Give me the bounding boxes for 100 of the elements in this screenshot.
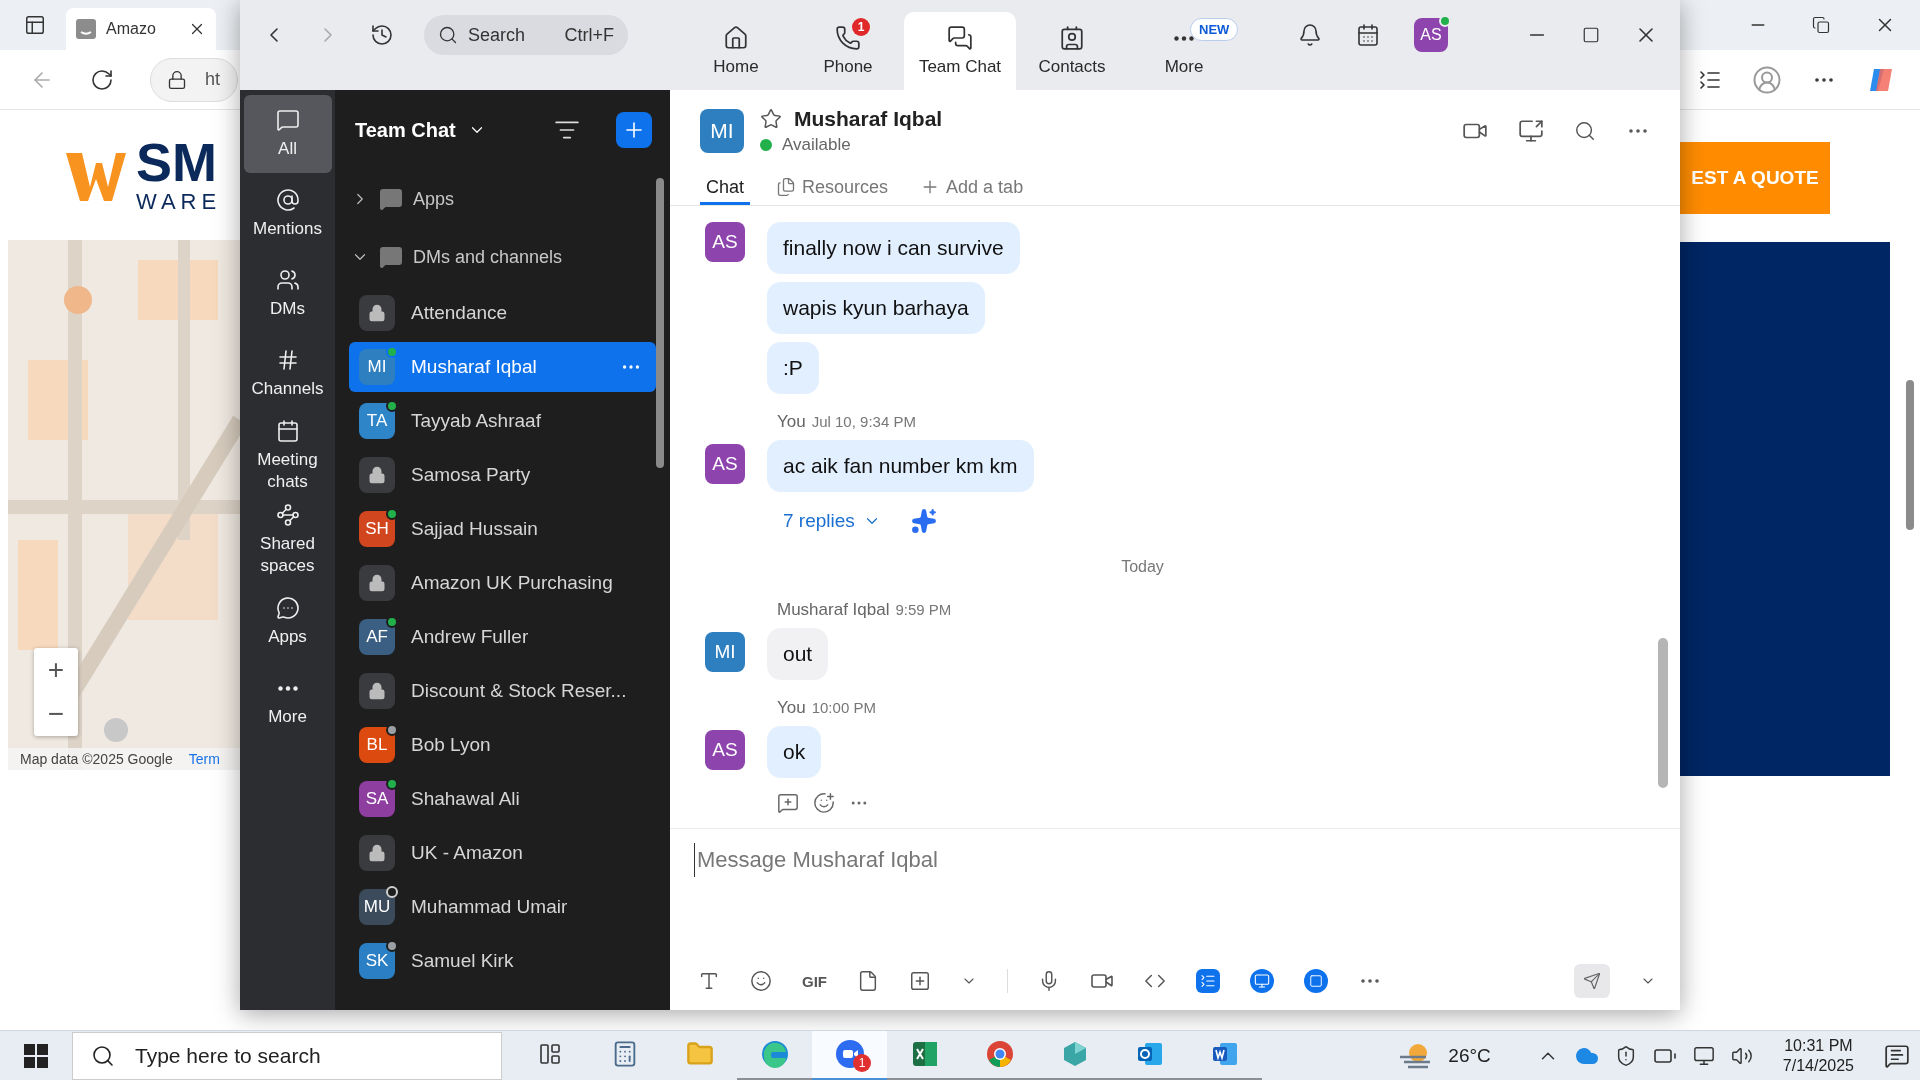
bell-icon[interactable]	[1298, 23, 1322, 47]
conversation-item[interactable]: BL Bob Lyon	[349, 720, 656, 770]
conversation-item[interactable]: SA Shahawal Ali	[349, 774, 656, 824]
conversation-item[interactable]: UK - Amazon	[349, 828, 656, 878]
send-icon	[1583, 972, 1601, 990]
search-field[interactable]: Search Ctrl+F	[424, 15, 628, 55]
nav-tab[interactable]: Team Chat	[904, 12, 1016, 90]
history-icon[interactable]	[370, 23, 394, 47]
avatar: AS	[705, 222, 745, 262]
search-icon	[91, 1043, 115, 1068]
nodes-icon	[275, 503, 300, 528]
nav-tab[interactable]: Home	[680, 12, 792, 90]
tab-actions-icon[interactable]	[24, 14, 46, 36]
site-favicon-icon	[76, 19, 96, 39]
conversation-item[interactable]: MI Musharaf Iqbal	[349, 342, 656, 392]
windows-start-icon[interactable]	[24, 1043, 48, 1068]
rail-item[interactable]: DMs	[243, 255, 332, 333]
address-field[interactable]: ht	[150, 57, 238, 102]
rail-item[interactable]: Mentions	[243, 175, 332, 253]
file-icon[interactable]	[857, 970, 879, 992]
taskbar-app[interactable]: 1	[812, 1030, 887, 1080]
rail-item[interactable]: Meeting chats	[243, 415, 332, 498]
network-icon[interactable]	[1692, 1044, 1715, 1067]
browser-tab[interactable]: Amazo	[66, 8, 216, 50]
nav-tab[interactable]: 1 Phone	[792, 12, 904, 90]
chat-dots-icon	[275, 596, 300, 621]
rail-item[interactable]: Apps	[243, 583, 332, 662]
conversation-item[interactable]: Attendance	[349, 288, 656, 338]
nav-tab[interactable]: NEW More	[1128, 12, 1240, 90]
calendar-icon[interactable]	[1356, 23, 1380, 47]
section-header[interactable]: Apps	[335, 170, 670, 228]
lock-icon	[167, 69, 187, 90]
rail-item[interactable]: Shared spaces	[243, 499, 332, 582]
avatar: SA	[359, 781, 395, 817]
taskbar-search-field[interactable]: Type here to search	[72, 1031, 502, 1080]
map-zoom-in-button[interactable]: +	[34, 648, 78, 692]
star-icon[interactable]	[760, 108, 782, 130]
whiteboard-app-icon[interactable]	[1250, 969, 1274, 993]
chat-bubble-icon	[379, 245, 403, 269]
rail-item[interactable]: All	[243, 95, 332, 173]
conversation-item[interactable]: TA Tayyab Ashraaf	[349, 396, 656, 446]
chat-tab[interactable]: Chat	[700, 172, 751, 205]
clock-time: 10:31 PM	[1784, 1036, 1853, 1055]
screenshot-icon[interactable]	[909, 970, 931, 992]
tab-label: Phone	[823, 57, 873, 77]
gif-button[interactable]: GIF	[802, 972, 827, 990]
reply-icon[interactable]	[777, 792, 799, 814]
conversation-item[interactable]: Amazon UK Purchasing	[349, 558, 656, 608]
list-icon	[1200, 973, 1216, 989]
reload-icon[interactable]	[90, 67, 114, 92]
text-format-icon[interactable]	[698, 970, 720, 992]
emoji-icon[interactable]	[750, 970, 772, 992]
tab-label: Team Chat	[918, 57, 1002, 77]
chat-tab[interactable]: Add a tab	[914, 172, 1030, 205]
avatar: SK	[359, 943, 395, 979]
map-zoom-out-button[interactable]: −	[34, 692, 78, 736]
lock-icon	[359, 835, 395, 871]
chat-tab[interactable]: Resources	[770, 172, 895, 205]
section-header[interactable]: DMs and channels	[335, 228, 670, 286]
sparkle-icon[interactable]	[910, 508, 937, 534]
search-placeholder: Type here to search	[135, 1043, 321, 1068]
tab-label: Home	[713, 57, 759, 77]
new-chat-button[interactable]	[616, 112, 652, 148]
list-title[interactable]: Team Chat	[355, 118, 486, 142]
notifications-icon[interactable]	[1884, 1042, 1910, 1069]
maximize-icon[interactable]	[1582, 26, 1600, 44]
user-avatar[interactable]: AS	[1414, 18, 1448, 52]
clock[interactable]: 10:31 PM 7/14/2025	[1768, 1036, 1868, 1075]
rail-item[interactable]: Channels	[243, 335, 332, 413]
conversation-item[interactable]: SH Sajjad Hussain	[349, 504, 656, 554]
chrome-browser-icon[interactable]	[984, 1039, 1015, 1069]
clips-app-icon[interactable]	[1304, 969, 1328, 993]
message-input[interactable]: Message Musharaf Iqbal	[694, 843, 1656, 877]
avatar: MI	[359, 349, 395, 385]
restore-icon[interactable]	[1812, 16, 1830, 34]
conversation-item[interactable]: Discount & Stock Reser...	[349, 666, 656, 716]
map-terms-link[interactable]: Term	[188, 751, 220, 767]
address-text: ht	[205, 69, 220, 90]
notes-app-icon[interactable]	[1196, 969, 1220, 993]
conversation-item[interactable]: Samosa Party	[349, 450, 656, 500]
profile-icon[interactable]	[1752, 64, 1782, 95]
conversation-item[interactable]: MU Muhammad Umair	[349, 882, 656, 932]
rail-item[interactable]: More	[243, 663, 332, 742]
conversation-item[interactable]: AF Andrew Fuller	[349, 612, 656, 662]
chat-scrollbar[interactable]	[1658, 638, 1668, 788]
list-scrollbar[interactable]	[656, 178, 664, 468]
contact-card-icon	[1059, 25, 1085, 51]
nav-tab[interactable]: Contacts	[1016, 12, 1128, 90]
add-reaction-icon[interactable]	[813, 792, 835, 814]
map-attribution: Map data ©2025 Google	[20, 751, 173, 767]
search-icon[interactable]	[1574, 120, 1596, 142]
task-view-icon[interactable]	[537, 1042, 562, 1066]
edge-browser-icon[interactable]	[759, 1039, 790, 1069]
search-placeholder: Search	[468, 24, 526, 46]
share-screen-icon[interactable]	[1518, 118, 1544, 144]
send-button[interactable]	[1574, 964, 1610, 998]
conversation-item[interactable]: SK Samuel Kirk	[349, 936, 656, 986]
square-icon	[1309, 974, 1323, 988]
replies-link[interactable]: 7 replies	[783, 510, 881, 532]
page-scrollbar[interactable]	[1906, 380, 1914, 530]
